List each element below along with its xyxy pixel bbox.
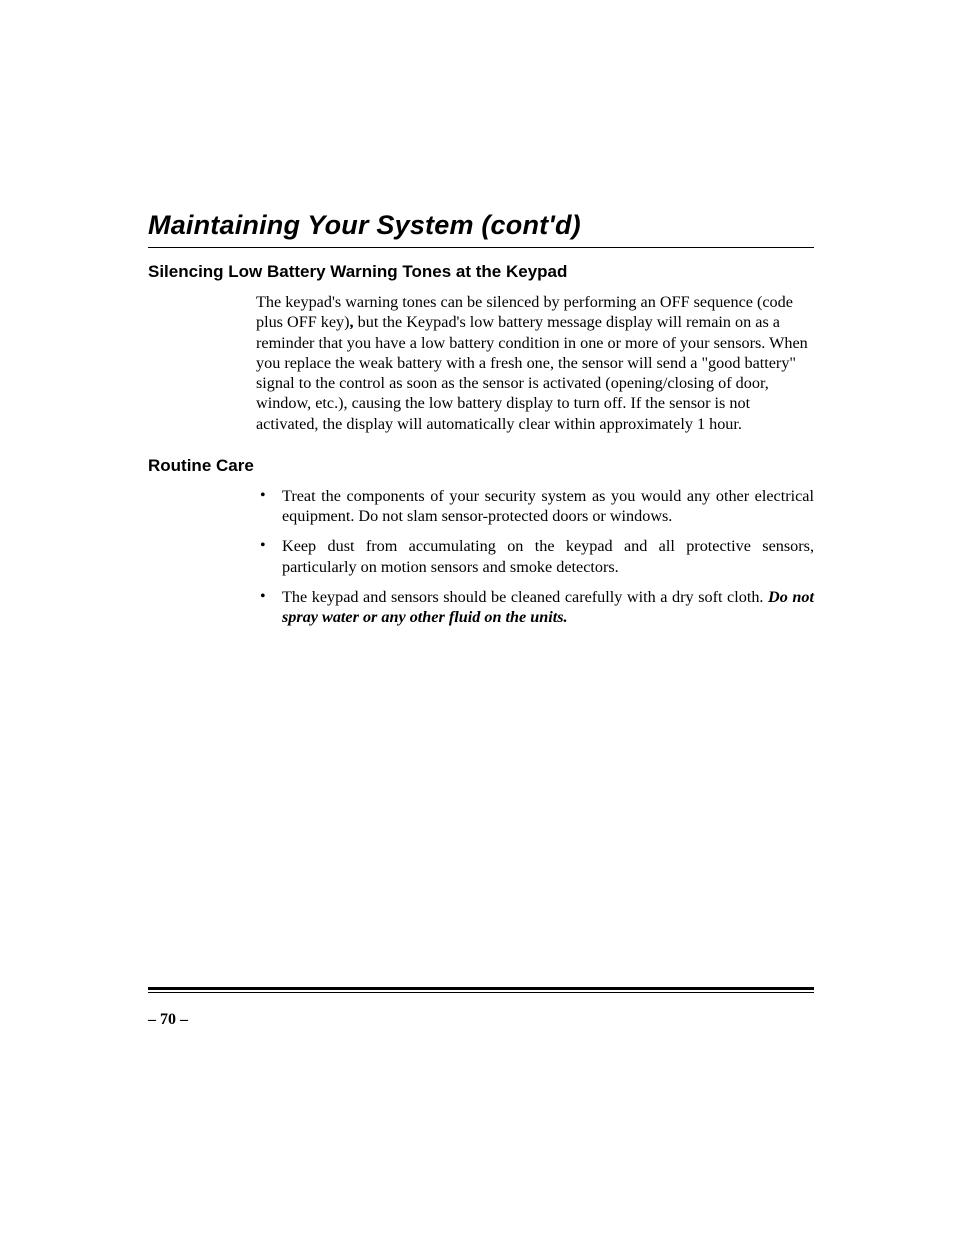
- list-item: Treat the components of your security sy…: [256, 486, 814, 527]
- page-title: Maintaining Your System (cont'd): [148, 210, 814, 241]
- list-item: The keypad and sensors should be cleaned…: [256, 587, 814, 628]
- routine-bullet-list: Treat the components of your security sy…: [256, 486, 814, 628]
- section-body-silencing: The keypad's warning tones can be silenc…: [256, 292, 814, 434]
- list-item: Keep dust from accumulating on the keypa…: [256, 536, 814, 577]
- title-rule: [148, 247, 814, 248]
- bullet-text: Treat the components of your security sy…: [282, 487, 814, 525]
- bullet-text: The keypad and sensors should be cleaned…: [282, 588, 768, 606]
- silencing-paragraph: The keypad's warning tones can be silenc…: [256, 292, 814, 434]
- bullet-text: Keep dust from accumulating on the keypa…: [282, 537, 814, 575]
- page: Maintaining Your System (cont'd) Silenci…: [0, 0, 954, 1235]
- page-footer: – 70 –: [148, 987, 814, 1029]
- section-heading-silencing: Silencing Low Battery Warning Tones at t…: [148, 262, 814, 282]
- footer-rule-thick: [148, 987, 814, 990]
- section-body-routine: Treat the components of your security sy…: [256, 486, 814, 628]
- page-number: – 70 –: [148, 1011, 814, 1029]
- footer-rule-thin: [148, 992, 814, 993]
- section-heading-routine: Routine Care: [148, 456, 814, 476]
